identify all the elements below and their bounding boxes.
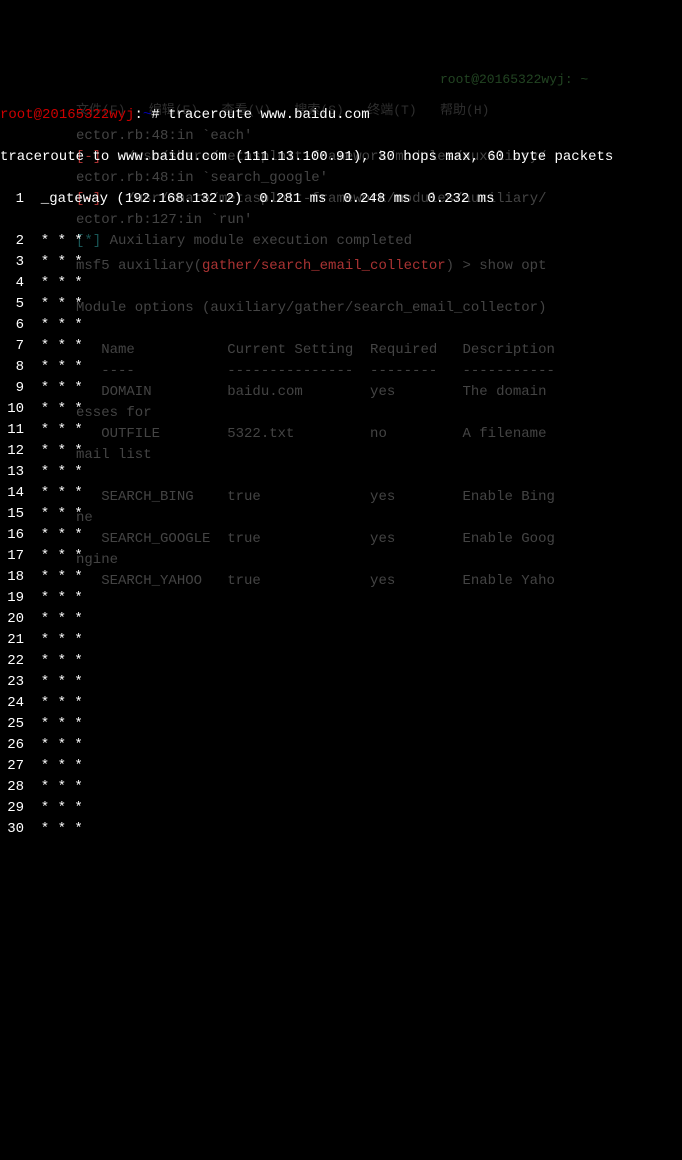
hop-number: 6 [0, 315, 24, 336]
hop-number: 13 [0, 462, 24, 483]
hop-row: 10 * * * [0, 399, 682, 420]
hop-row: 9 * * * [0, 378, 682, 399]
hop-number: 17 [0, 546, 24, 567]
hop-number: 2 [0, 231, 24, 252]
hop-result: * * * [24, 609, 83, 630]
hop-result: * * * [24, 651, 83, 672]
hop-row: 13 * * * [0, 462, 682, 483]
hop-row: 16 * * * [0, 525, 682, 546]
hop-number: 5 [0, 294, 24, 315]
hop-number: 12 [0, 441, 24, 462]
hop-result: * * * [24, 756, 83, 777]
hop-row: 25 * * * [0, 714, 682, 735]
terminal-output: root@20165322wyj:~# traceroute www.baidu… [0, 84, 682, 861]
hop-result: * * * [24, 336, 83, 357]
hop-number: 24 [0, 693, 24, 714]
hop-row: 1 _gateway (192.168.132.2) 0.281 ms 0.24… [0, 189, 682, 210]
hop-number: 14 [0, 483, 24, 504]
hop-row: 28 * * * [0, 777, 682, 798]
hop-result: * * * [24, 420, 83, 441]
hop-number: 28 [0, 777, 24, 798]
hop-row: 26 * * * [0, 735, 682, 756]
hop-result: * * * [24, 630, 83, 651]
hop-number: 30 [0, 819, 24, 840]
hop-row: 6 * * * [0, 315, 682, 336]
hop-result: * * * [24, 693, 83, 714]
hop-row: 22 * * * [0, 651, 682, 672]
hop-number: 9 [0, 378, 24, 399]
hop-row: 4 * * * [0, 273, 682, 294]
hop-number: 20 [0, 609, 24, 630]
hop-number: 4 [0, 273, 24, 294]
hop-result: * * * [24, 231, 83, 252]
hop-result: * * * [24, 399, 83, 420]
hop-result: * * * [24, 483, 83, 504]
hop-number: 27 [0, 756, 24, 777]
hop-row: 27 * * * [0, 756, 682, 777]
hop-result: * * * [24, 672, 83, 693]
hop-result: * * * [24, 504, 83, 525]
hop-number: 19 [0, 588, 24, 609]
hop-row: 17 * * * [0, 546, 682, 567]
hop-number: 3 [0, 252, 24, 273]
hop-number: 29 [0, 798, 24, 819]
hop-row: 23 * * * [0, 672, 682, 693]
hop-number: 22 [0, 651, 24, 672]
hop-result: * * * [24, 294, 83, 315]
prompt-line: root@20165322wyj:~# traceroute www.baidu… [0, 105, 682, 126]
hop-result: * * * [24, 357, 83, 378]
hop-number: 11 [0, 420, 24, 441]
hop-number: 7 [0, 336, 24, 357]
command-text: traceroute www.baidu.com [168, 107, 370, 123]
hop-result: * * * [24, 798, 83, 819]
hop-row: 12 * * * [0, 441, 682, 462]
hop-number: 16 [0, 525, 24, 546]
hop-result: * * * [24, 819, 83, 840]
hop-result: * * * [24, 273, 83, 294]
hop-number: 25 [0, 714, 24, 735]
hop-row: 7 * * * [0, 336, 682, 357]
hop-row: 15 * * * [0, 504, 682, 525]
prompt-user: root@20165322wyj [0, 107, 134, 123]
hop-result: * * * [24, 567, 83, 588]
hop-result: * * * [24, 378, 83, 399]
hop-number: 8 [0, 357, 24, 378]
hop-number: 23 [0, 672, 24, 693]
hop-result: * * * [24, 735, 83, 756]
hop-result: * * * [24, 546, 83, 567]
hop-number: 21 [0, 630, 24, 651]
hop-row: 11 * * * [0, 420, 682, 441]
hop-result: * * * [24, 714, 83, 735]
hop-result: * * * [24, 525, 83, 546]
hop-row: 18 * * * [0, 567, 682, 588]
hop-result: * * * [24, 315, 83, 336]
hop-number: 18 [0, 567, 24, 588]
hop-row: 3 * * * [0, 252, 682, 273]
hop-row: 20 * * * [0, 609, 682, 630]
hop-row: 14 * * * [0, 483, 682, 504]
hop-row: 5 * * * [0, 294, 682, 315]
hop-number: 15 [0, 504, 24, 525]
hop-row: 19 * * * [0, 588, 682, 609]
trace-header: traceroute to www.baidu.com (111.13.100.… [0, 147, 682, 168]
hop-result: * * * [24, 441, 83, 462]
hop-row: 21 * * * [0, 630, 682, 651]
hop-result: * * * [24, 462, 83, 483]
hop-row: 8 * * * [0, 357, 682, 378]
hop-row: 29 * * * [0, 798, 682, 819]
hop-row: 2 * * * [0, 231, 682, 252]
hop-result: * * * [24, 252, 83, 273]
hop-number: 10 [0, 399, 24, 420]
hop-result: * * * [24, 777, 83, 798]
prompt-path: ~ [143, 107, 151, 123]
hop-result: * * * [24, 588, 83, 609]
hop-row: 30 * * * [0, 819, 682, 840]
hop-row: 24 * * * [0, 693, 682, 714]
hop-number: 26 [0, 735, 24, 756]
